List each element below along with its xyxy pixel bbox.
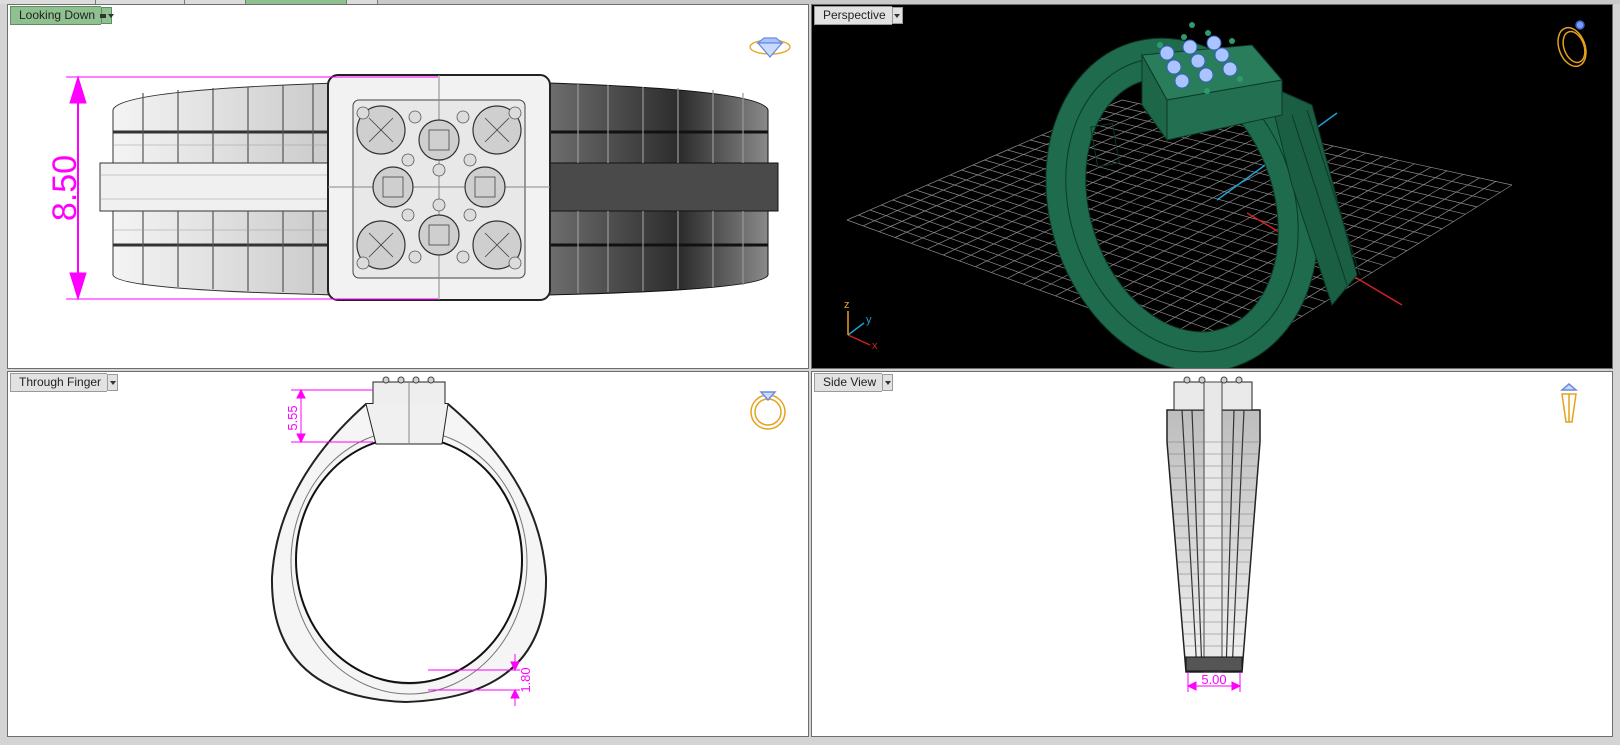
band-left	[99, 82, 339, 296]
top-view-drawing: 8.50	[46, 37, 791, 301]
viewport-label-perspective[interactable]: Perspective	[814, 6, 903, 25]
dropdown-arrow-icon[interactable]	[99, 7, 114, 24]
axis-y-label: y	[866, 314, 872, 326]
viewport-name: Looking Down	[10, 6, 102, 25]
construction-grid	[846, 99, 1513, 361]
dimension-label-width: 5.00	[1201, 672, 1226, 687]
viewport-name: Perspective	[814, 6, 892, 25]
dropdown-arrow-icon[interactable]	[107, 374, 119, 391]
viewport-looking-down[interactable]: Looking Down 8.50	[7, 4, 809, 369]
ring-front-icon	[750, 391, 786, 430]
front-view-drawing: 5.55 1.80	[270, 376, 786, 706]
dropdown-arrow-icon[interactable]	[882, 374, 894, 391]
axis-z-label: z	[844, 299, 850, 311]
side-view-drawing: 5.00	[1166, 376, 1579, 692]
perspective-drawing: x y z	[844, 20, 1587, 368]
dropdown-arrow-icon[interactable]	[891, 7, 903, 24]
ring-side-model	[1166, 376, 1261, 673]
axis-indicator: x y z	[844, 299, 878, 352]
viewport-side-view[interactable]: Side View 5.00	[811, 371, 1613, 737]
ring-front-model	[270, 376, 548, 704]
band-right	[547, 82, 779, 296]
viewport-name: Side View	[814, 373, 883, 392]
viewport-name: Through Finger	[10, 373, 108, 392]
ring-side-icon	[1559, 383, 1579, 423]
dimension-label-bottom: 1.80	[518, 667, 533, 692]
dimension-label-height: 8.50	[46, 155, 84, 221]
viewport-label-looking-down[interactable]: Looking Down	[10, 6, 114, 25]
dimension-label-top: 5.55	[285, 405, 300, 430]
diamond-top-icon	[749, 37, 791, 58]
viewport-label-side-view[interactable]: Side View	[814, 373, 894, 392]
viewport-label-through-finger[interactable]: Through Finger	[10, 373, 119, 392]
viewport-perspective[interactable]: Perspective x y z	[811, 4, 1613, 369]
ring-perspective-model	[1045, 22, 1361, 368]
ring-head	[327, 74, 551, 301]
viewport-through-finger[interactable]: Through Finger 5.55 1.80	[7, 371, 809, 737]
axis-x-label: x	[872, 340, 878, 352]
ring-perspective-icon	[1557, 20, 1587, 68]
